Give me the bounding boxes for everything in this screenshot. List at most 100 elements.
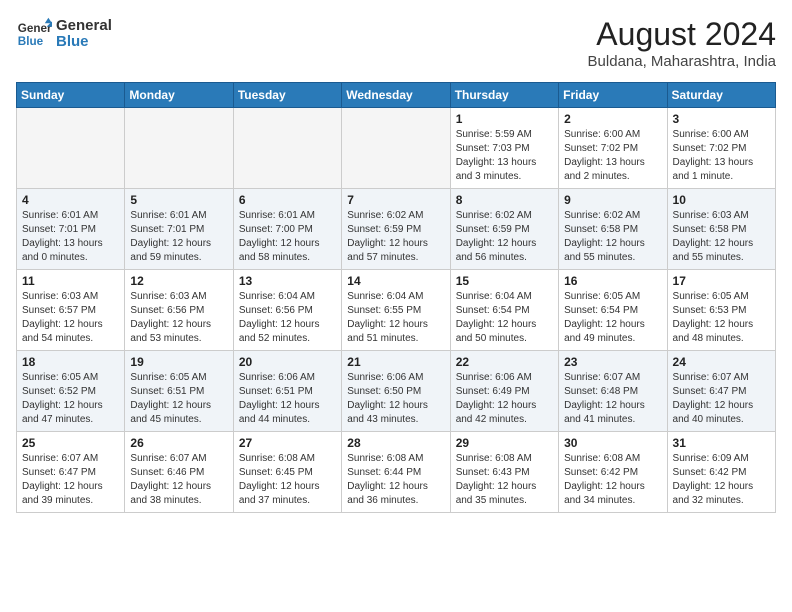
day-detail: Sunrise: 6:00 AM Sunset: 7:02 PM Dayligh… [673, 128, 770, 184]
day-detail: Sunrise: 6:04 AM Sunset: 6:54 PM Dayligh… [456, 290, 553, 346]
day-number: 4 [22, 193, 119, 207]
day-detail: Sunrise: 6:02 AM Sunset: 6:59 PM Dayligh… [347, 209, 444, 265]
day-number: 13 [239, 274, 336, 288]
day-number: 17 [673, 274, 770, 288]
day-detail: Sunrise: 6:01 AM Sunset: 7:01 PM Dayligh… [130, 209, 227, 265]
calendar-cell: 15Sunrise: 6:04 AM Sunset: 6:54 PM Dayli… [450, 270, 558, 351]
day-detail: Sunrise: 6:05 AM Sunset: 6:53 PM Dayligh… [673, 290, 770, 346]
day-number: 11 [22, 274, 119, 288]
day-detail: Sunrise: 6:09 AM Sunset: 6:42 PM Dayligh… [673, 452, 770, 508]
week-row-2: 4 Sunrise: 6:01 AM Sunset: 7:01 PM Daylig… [17, 189, 776, 270]
day-detail: Sunrise: 6:02 AM Sunset: 6:58 PM Dayligh… [564, 209, 661, 265]
logo: General Blue General Blue [16, 16, 112, 52]
day-number: 19 [130, 355, 227, 369]
sub-title: Buldana, Maharashtra, India [588, 53, 776, 70]
weekday-header-tuesday: Tuesday [233, 83, 341, 108]
day-number: 26 [130, 436, 227, 450]
day-number: 14 [347, 274, 444, 288]
day-number: 29 [456, 436, 553, 450]
calendar-cell: 5 Sunrise: 6:01 AM Sunset: 7:01 PM Daylig… [125, 189, 233, 270]
calendar-cell: 27 Sunrise: 6:08 AM Sunset: 6:45 PM Dayli… [233, 432, 341, 513]
day-number: 30 [564, 436, 661, 450]
day-number: 10 [673, 193, 770, 207]
day-number: 2 [564, 112, 661, 126]
calendar-cell: 9Sunrise: 6:02 AM Sunset: 6:58 PM Daylig… [559, 189, 667, 270]
calendar-table: SundayMondayTuesdayWednesdayThursdayFrid… [16, 82, 776, 513]
day-detail: Sunrise: 6:07 AM Sunset: 6:47 PM Dayligh… [22, 452, 119, 508]
weekday-header-sunday: Sunday [17, 83, 125, 108]
day-number: 31 [673, 436, 770, 450]
logo-text-general: General [56, 18, 112, 35]
day-number: 24 [673, 355, 770, 369]
day-detail: Sunrise: 6:05 AM Sunset: 6:54 PM Dayligh… [564, 290, 661, 346]
calendar-cell [17, 108, 125, 189]
logo-text-blue: Blue [56, 34, 112, 51]
day-detail: Sunrise: 6:01 AM Sunset: 7:01 PM Dayligh… [22, 209, 119, 265]
day-detail: Sunrise: 6:02 AM Sunset: 6:59 PM Dayligh… [456, 209, 553, 265]
day-detail: Sunrise: 6:07 AM Sunset: 6:47 PM Dayligh… [673, 371, 770, 427]
calendar-cell: 18 Sunrise: 6:05 AM Sunset: 6:52 PM Dayli… [17, 351, 125, 432]
day-detail: Sunrise: 6:00 AM Sunset: 7:02 PM Dayligh… [564, 128, 661, 184]
day-detail: Sunrise: 6:05 AM Sunset: 6:52 PM Dayligh… [22, 371, 119, 427]
day-detail: Sunrise: 6:05 AM Sunset: 6:51 PM Dayligh… [130, 371, 227, 427]
day-number: 25 [22, 436, 119, 450]
calendar-cell: 11Sunrise: 6:03 AM Sunset: 6:57 PM Dayli… [17, 270, 125, 351]
day-number: 23 [564, 355, 661, 369]
day-detail: Sunrise: 6:06 AM Sunset: 6:51 PM Dayligh… [239, 371, 336, 427]
calendar-cell: 23 Sunrise: 6:07 AM Sunset: 6:48 PM Dayli… [559, 351, 667, 432]
day-number: 8 [456, 193, 553, 207]
day-detail: Sunrise: 6:04 AM Sunset: 6:55 PM Dayligh… [347, 290, 444, 346]
day-detail: Sunrise: 6:01 AM Sunset: 7:00 PM Dayligh… [239, 209, 336, 265]
day-detail: Sunrise: 6:08 AM Sunset: 6:43 PM Dayligh… [456, 452, 553, 508]
day-detail: Sunrise: 6:08 AM Sunset: 6:44 PM Dayligh… [347, 452, 444, 508]
day-number: 16 [564, 274, 661, 288]
calendar-cell [125, 108, 233, 189]
day-detail: Sunrise: 5:59 AM Sunset: 7:03 PM Dayligh… [456, 128, 553, 184]
calendar-cell: 8 Sunrise: 6:02 AM Sunset: 6:59 PM Daylig… [450, 189, 558, 270]
day-detail: Sunrise: 6:06 AM Sunset: 6:50 PM Dayligh… [347, 371, 444, 427]
calendar-cell [342, 108, 450, 189]
day-detail: Sunrise: 6:07 AM Sunset: 6:48 PM Dayligh… [564, 371, 661, 427]
day-number: 27 [239, 436, 336, 450]
day-number: 21 [347, 355, 444, 369]
calendar-cell: 21 Sunrise: 6:06 AM Sunset: 6:50 PM Dayli… [342, 351, 450, 432]
weekday-header-wednesday: Wednesday [342, 83, 450, 108]
day-number: 5 [130, 193, 227, 207]
calendar-cell: 31 Sunrise: 6:09 AM Sunset: 6:42 PM Dayli… [667, 432, 775, 513]
main-title: August 2024 [588, 16, 776, 53]
svg-text:General: General [18, 22, 52, 35]
day-detail: Sunrise: 6:04 AM Sunset: 6:56 PM Dayligh… [239, 290, 336, 346]
day-detail: Sunrise: 6:03 AM Sunset: 6:56 PM Dayligh… [130, 290, 227, 346]
weekday-header-thursday: Thursday [450, 83, 558, 108]
day-number: 1 [456, 112, 553, 126]
calendar-cell [233, 108, 341, 189]
day-number: 28 [347, 436, 444, 450]
week-row-3: 11Sunrise: 6:03 AM Sunset: 6:57 PM Dayli… [17, 270, 776, 351]
calendar-cell: 13 Sunrise: 6:04 AM Sunset: 6:56 PM Dayli… [233, 270, 341, 351]
day-number: 6 [239, 193, 336, 207]
calendar-cell: 10 Sunrise: 6:03 AM Sunset: 6:58 PM Dayli… [667, 189, 775, 270]
day-detail: Sunrise: 6:03 AM Sunset: 6:58 PM Dayligh… [673, 209, 770, 265]
day-detail: Sunrise: 6:08 AM Sunset: 6:45 PM Dayligh… [239, 452, 336, 508]
calendar-cell: 16 Sunrise: 6:05 AM Sunset: 6:54 PM Dayli… [559, 270, 667, 351]
calendar-cell: 2 Sunrise: 6:00 AM Sunset: 7:02 PM Daylig… [559, 108, 667, 189]
calendar-cell: 7Sunrise: 6:02 AM Sunset: 6:59 PM Daylig… [342, 189, 450, 270]
day-number: 22 [456, 355, 553, 369]
calendar-cell: 22Sunrise: 6:06 AM Sunset: 6:49 PM Dayli… [450, 351, 558, 432]
calendar-cell: 4 Sunrise: 6:01 AM Sunset: 7:01 PM Daylig… [17, 189, 125, 270]
title-block: August 2024 Buldana, Maharashtra, India [588, 16, 776, 70]
weekday-header-row: SundayMondayTuesdayWednesdayThursdayFrid… [17, 83, 776, 108]
weekday-header-monday: Monday [125, 83, 233, 108]
weekday-header-saturday: Saturday [667, 83, 775, 108]
calendar-cell: 3Sunrise: 6:00 AM Sunset: 7:02 PM Daylig… [667, 108, 775, 189]
calendar-cell: 24 Sunrise: 6:07 AM Sunset: 6:47 PM Dayli… [667, 351, 775, 432]
calendar-cell: 20Sunrise: 6:06 AM Sunset: 6:51 PM Dayli… [233, 351, 341, 432]
week-row-1: 1 Sunrise: 5:59 AM Sunset: 7:03 PM Daylig… [17, 108, 776, 189]
svg-text:Blue: Blue [18, 35, 44, 48]
page-header: General Blue General Blue August 2024 Bu… [16, 16, 776, 70]
calendar-cell: 14 Sunrise: 6:04 AM Sunset: 6:55 PM Dayli… [342, 270, 450, 351]
day-number: 12 [130, 274, 227, 288]
calendar-cell: 28 Sunrise: 6:08 AM Sunset: 6:44 PM Dayli… [342, 432, 450, 513]
day-number: 18 [22, 355, 119, 369]
calendar-cell: 6 Sunrise: 6:01 AM Sunset: 7:00 PM Daylig… [233, 189, 341, 270]
